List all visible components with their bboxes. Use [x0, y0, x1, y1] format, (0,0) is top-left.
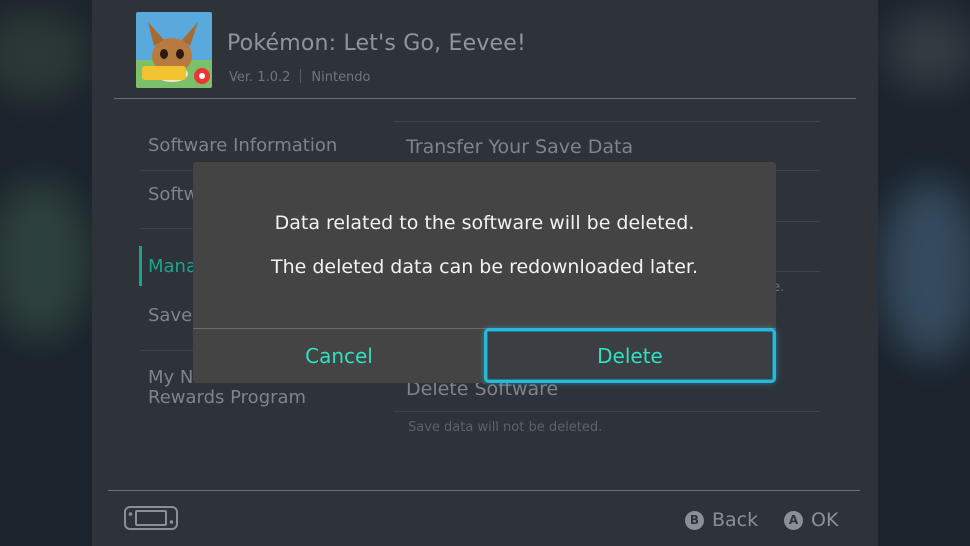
dialog-message-line1: Data related to the software will be del…: [274, 212, 695, 234]
sidebar-active-indicator: [139, 246, 142, 286]
cancel-button[interactable]: Cancel: [193, 329, 485, 383]
game-publisher: Nintendo: [311, 70, 371, 85]
back-button[interactable]: B Back: [685, 509, 758, 531]
sidebar-item-rewards-program[interactable]: Rewards Program: [148, 387, 306, 408]
meta-divider: [300, 69, 302, 83]
transfer-save-data-item[interactable]: Transfer Your Save Data: [406, 136, 633, 158]
sidebar-item-software-update[interactable]: Softw: [148, 184, 198, 205]
game-meta: Ver. 1.0.2 Nintendo: [229, 69, 371, 85]
header-divider: [114, 98, 856, 99]
ok-label: OK: [811, 509, 839, 531]
game-icon: [136, 12, 212, 88]
b-button-icon: B: [685, 510, 704, 530]
ok-button[interactable]: A OK: [784, 509, 838, 531]
list-divider: [394, 121, 820, 122]
back-label: Back: [712, 509, 759, 531]
game-version: Ver. 1.0.2: [229, 70, 291, 85]
dialog-message-line2: The deleted data can be redownloaded lat…: [270, 256, 699, 278]
delete-button[interactable]: Delete: [484, 328, 776, 383]
sidebar-item-save-data[interactable]: Save: [148, 305, 192, 326]
background-blur: [885, 10, 970, 90]
sidebar-item-manage-software[interactable]: Mana: [148, 256, 197, 277]
sidebar-item-my-nintendo[interactable]: My N: [148, 367, 193, 388]
list-divider: [394, 411, 820, 412]
delete-software-note: Save data will not be deleted.: [408, 420, 603, 435]
sidebar-item-software-information[interactable]: Software Information: [148, 135, 337, 156]
background-blur: [0, 180, 90, 340]
footer-divider: [108, 490, 860, 491]
a-button-icon: A: [784, 510, 803, 530]
background-blur: [0, 10, 90, 100]
background-blur: [880, 180, 970, 360]
switch-console-icon: [124, 506, 178, 534]
game-title: Pokémon: Let's Go, Eevee!: [227, 31, 527, 56]
